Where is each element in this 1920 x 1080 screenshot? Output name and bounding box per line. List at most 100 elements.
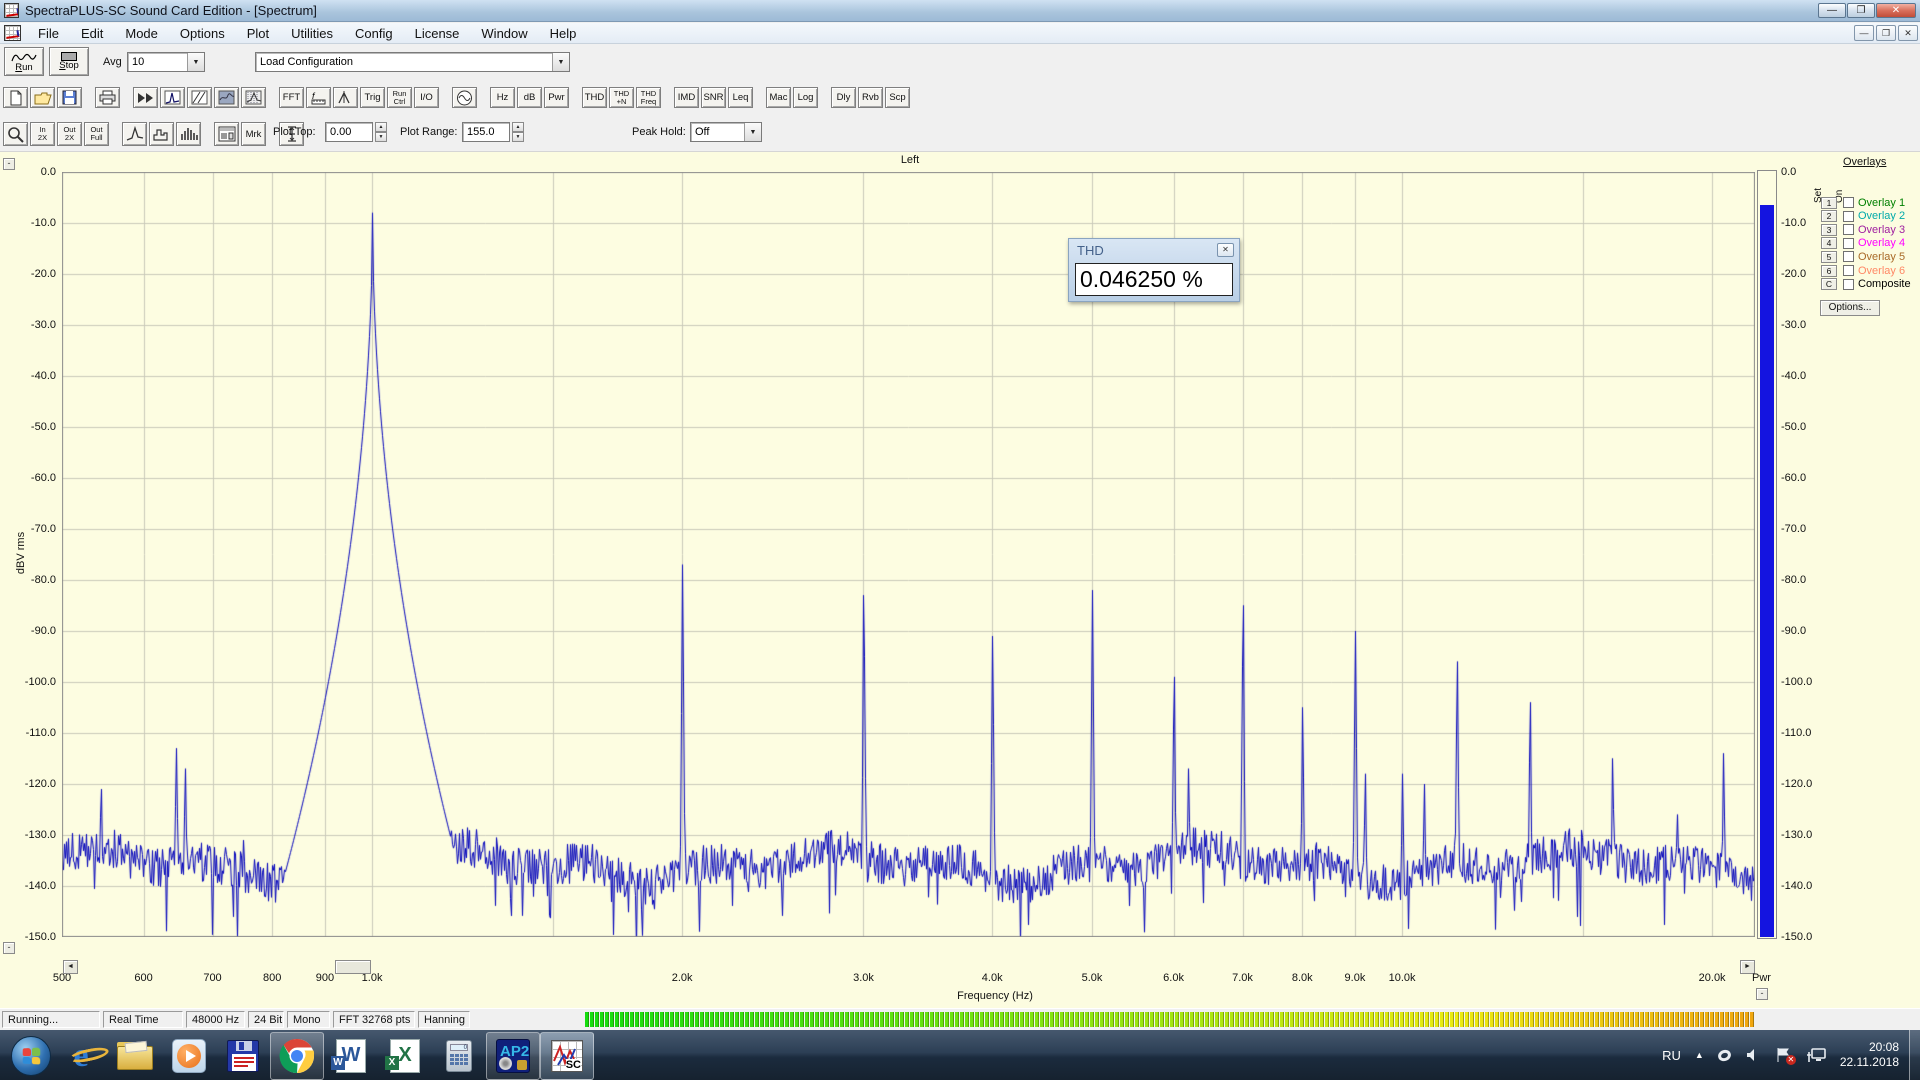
mdi-restore-icon[interactable]: ❐ (1876, 25, 1896, 41)
overlay-set-button-3[interactable]: 3 (1821, 224, 1837, 236)
signal-generator-button[interactable] (452, 87, 477, 108)
overlay-set-button-6[interactable]: 6 (1821, 265, 1837, 277)
overlay-on-checkbox[interactable] (1843, 238, 1854, 249)
phase-view-button[interactable] (187, 87, 212, 108)
plot-top-spinner[interactable]: ▲▼ (375, 122, 387, 142)
trigger-button[interactable]: Trig (360, 87, 385, 108)
menu-item-options[interactable]: Options (169, 24, 236, 43)
spinner-up-icon[interactable]: ▲ (375, 122, 387, 132)
fft-settings-button[interactable]: FFT (279, 87, 304, 108)
playback-button[interactable] (133, 87, 158, 108)
close-button-icon[interactable]: ✕ (1876, 3, 1916, 18)
db-units-button[interactable]: dB (517, 87, 542, 108)
peak-marker-button[interactable] (333, 87, 358, 108)
menu-item-edit[interactable]: Edit (70, 24, 114, 43)
menu-item-plot[interactable]: Plot (236, 24, 280, 43)
delay-button[interactable]: Dly (831, 87, 856, 108)
zoom-out-2x-button[interactable]: Out 2X (57, 122, 82, 146)
spinner-down-icon[interactable]: ▼ (375, 132, 387, 142)
pwr-units-button[interactable]: Pwr (544, 87, 569, 108)
show-desktop-button[interactable] (1909, 1030, 1920, 1080)
imd-button[interactable]: IMD (674, 87, 699, 108)
thd-plus-n-button[interactable]: THD +N (609, 87, 634, 108)
overlay-set-button-5[interactable]: 5 (1821, 251, 1837, 263)
snr-button[interactable]: SNR (701, 87, 726, 108)
plot-range-input[interactable]: 155.0 (462, 122, 510, 142)
ap2-app-icon[interactable]: AP2 (486, 1032, 540, 1080)
overlay-on-checkbox[interactable] (1843, 197, 1854, 208)
surface-view-button[interactable] (214, 87, 239, 108)
windows-explorer-icon[interactable] (108, 1032, 162, 1080)
plot-range-spinner[interactable]: ▲▼ (512, 122, 524, 142)
scrollbar-thumb[interactable] (335, 960, 371, 974)
calculator-icon[interactable]: 0 (432, 1032, 486, 1080)
minimize-button-icon[interactable]: — (1818, 3, 1846, 18)
spectraplus-app-icon[interactable]: SC (540, 1032, 594, 1080)
mdi-close-icon[interactable]: ✕ (1898, 25, 1918, 41)
spectrum-plot-canvas[interactable] (62, 172, 1755, 937)
menu-item-license[interactable]: License (404, 24, 471, 43)
overlay-on-checkbox[interactable] (1843, 265, 1854, 276)
overlay-on-checkbox[interactable] (1843, 224, 1854, 235)
overlay-on-checkbox[interactable] (1843, 251, 1854, 262)
tray-ring-icon[interactable] (1718, 1050, 1731, 1061)
media-player-icon[interactable] (162, 1032, 216, 1080)
save-file-button[interactable] (57, 87, 82, 108)
internet-explorer-icon[interactable]: e (54, 1032, 108, 1080)
macro-button[interactable]: Mac (766, 87, 791, 108)
log-button[interactable]: Log (793, 87, 818, 108)
spectrogram-view-button[interactable] (241, 87, 266, 108)
spectrum-view-button[interactable] (160, 87, 185, 108)
hz-units-button[interactable]: Hz (490, 87, 515, 108)
io-device-button[interactable]: I/O (414, 87, 439, 108)
floppy-app-icon[interactable] (216, 1032, 270, 1080)
spectrum-window-icon[interactable] (4, 25, 21, 41)
peak-hold-select[interactable]: Off▼ (690, 122, 762, 142)
plot-top-input[interactable]: 0.00 (325, 122, 373, 142)
load-configuration-select[interactable]: Load Configuration▼ (255, 52, 570, 72)
menu-item-config[interactable]: Config (344, 24, 404, 43)
overlay-on-checkbox[interactable] (1843, 211, 1854, 222)
thd-freq-button[interactable]: THD Freq (636, 87, 661, 108)
start-button[interactable] (0, 1032, 54, 1080)
maximize-button-icon[interactable]: ❐ (1847, 3, 1875, 18)
spinner-up-icon[interactable]: ▲ (512, 122, 524, 132)
menu-item-utilities[interactable]: Utilities (280, 24, 344, 43)
overlays-options-button[interactable]: Options... (1820, 300, 1880, 316)
word-icon[interactable]: WW (324, 1032, 378, 1080)
menu-item-mode[interactable]: Mode (114, 24, 169, 43)
leq-button[interactable]: Leq (728, 87, 753, 108)
stop-button[interactable]: Stop (49, 47, 89, 76)
menu-item-file[interactable]: File (27, 24, 70, 43)
overlay-set-button-4[interactable]: 4 (1821, 237, 1837, 249)
overlay-on-checkbox[interactable] (1843, 279, 1854, 290)
new-file-button[interactable] (3, 87, 28, 108)
spinner-down-icon[interactable]: ▼ (512, 132, 524, 142)
collapse-bottom-right-button[interactable]: - (1756, 988, 1768, 1000)
clock[interactable]: 20:08 22.11.2018 (1840, 1040, 1899, 1070)
chevron-down-icon[interactable]: ▼ (552, 53, 569, 71)
chrome-icon[interactable] (270, 1032, 324, 1080)
bar-plot-style-button[interactable] (176, 122, 201, 146)
hidden-icons-arrow-icon[interactable]: ▲ (1695, 1050, 1704, 1060)
run-button[interactable]: Run (4, 47, 44, 76)
zoom-in-2x-button[interactable]: In 2X (30, 122, 55, 146)
overlay-set-button-2[interactable]: 2 (1821, 210, 1837, 222)
scale-settings-button[interactable]: f (306, 87, 331, 108)
collapse-bottom-left-button[interactable]: - (3, 942, 15, 954)
reverb-button[interactable]: Rvb (858, 87, 883, 108)
step-plot-style-button[interactable] (149, 122, 174, 146)
menu-item-window[interactable]: Window (470, 24, 538, 43)
display-options-button[interactable] (214, 122, 239, 146)
menu-item-help[interactable]: Help (539, 24, 588, 43)
network-icon[interactable] (1806, 1047, 1826, 1064)
thd-popup[interactable]: THD ✕ 0.046250 % (1068, 238, 1240, 302)
avg-select[interactable]: 10▼ (127, 52, 205, 72)
thd-button[interactable]: THD (582, 87, 607, 108)
open-file-button[interactable] (30, 87, 55, 108)
overlay-set-button-1[interactable]: 1 (1821, 197, 1837, 209)
zoom-button[interactable] (3, 122, 28, 146)
action-center-flag-icon[interactable]: ✕ (1775, 1047, 1792, 1063)
line-plot-style-button[interactable] (122, 122, 147, 146)
marker-button[interactable]: Mrk (241, 122, 266, 146)
